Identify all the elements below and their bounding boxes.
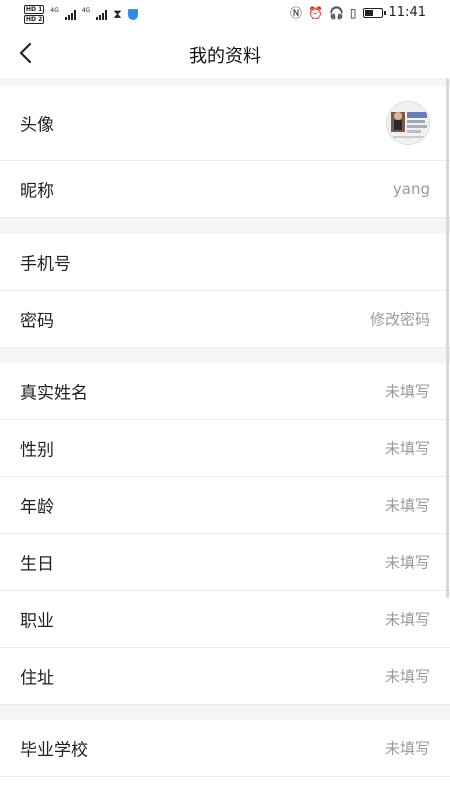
- row-real-name[interactable]: 真实姓名 未填写: [0, 363, 450, 420]
- row-label: 密码: [20, 311, 54, 332]
- row-label: 年龄: [20, 497, 54, 518]
- hourglass-icon: ⧗: [113, 7, 122, 21]
- battery-icon: [362, 7, 386, 18]
- row-value: 未填写: [384, 610, 430, 629]
- row-value: 未填写: [384, 439, 430, 458]
- row-value: 未填写: [384, 382, 430, 401]
- sim-indicators: HD 1 HD 2: [24, 5, 45, 24]
- row-value: 未填写: [384, 496, 430, 515]
- row-phone[interactable]: 手机号: [0, 234, 450, 291]
- row-partial: [0, 777, 450, 800]
- row-label: 毕业学校: [20, 740, 88, 761]
- row-gender[interactable]: 性别 未填写: [0, 420, 450, 477]
- row-age[interactable]: 年龄 未填写: [0, 477, 450, 534]
- row-value: 未填写: [384, 739, 430, 758]
- avatar-image: [387, 102, 429, 144]
- row-label: 真实姓名: [20, 383, 88, 404]
- avatar[interactable]: [386, 101, 430, 145]
- row-value: 未填写: [384, 553, 430, 572]
- sim1-indicator: HD 1: [24, 5, 45, 14]
- shield-icon: [127, 9, 138, 20]
- network-type-1: 4G: [50, 6, 59, 14]
- status-bar: HD 1 HD 2 4G 4G ⧗ Ⓝ ⏰ 🎧 ▯ 11:41: [0, 0, 450, 28]
- row-value: 未填写: [384, 667, 430, 686]
- headphones-icon: 🎧: [328, 5, 344, 20]
- network-type-2: 4G: [81, 6, 91, 14]
- row-nickname[interactable]: 昵称 yang: [0, 161, 450, 218]
- row-occupation[interactable]: 职业 未填写: [0, 591, 450, 648]
- scrollbar[interactable]: [446, 78, 449, 598]
- status-left: HD 1 HD 2 4G 4G ⧗: [24, 5, 138, 24]
- row-label: 住址: [20, 668, 54, 689]
- signal-icon: [64, 9, 76, 20]
- row-password[interactable]: 密码 修改密码: [0, 291, 450, 348]
- row-birthday[interactable]: 生日 未填写: [0, 534, 450, 591]
- row-label: 昵称: [20, 181, 54, 202]
- row-avatar[interactable]: 头像: [0, 86, 450, 161]
- row-value: 修改密码: [369, 310, 430, 329]
- status-right: Ⓝ ⏰ 🎧 ▯ 11:41: [290, 5, 426, 20]
- battery-fill: [364, 9, 373, 16]
- row-label: 手机号: [20, 254, 71, 275]
- row-school[interactable]: 毕业学校 未填写: [0, 720, 450, 777]
- row-label: 头像: [20, 115, 54, 136]
- clock: 11:41: [388, 5, 426, 20]
- row-address[interactable]: 住址 未填写: [0, 648, 450, 705]
- signal-icon: [96, 9, 108, 20]
- page-title: 我的资料: [189, 46, 261, 67]
- row-label: 生日: [20, 554, 54, 575]
- alarm-icon: ⏰: [308, 5, 323, 20]
- vibrate-icon: ▯: [349, 5, 357, 20]
- row-label: 职业: [20, 611, 54, 632]
- nfc-icon: Ⓝ: [290, 5, 303, 20]
- sim2-indicator: HD 2: [24, 15, 45, 24]
- row-value: yang: [392, 180, 430, 198]
- nav-bar: 我的资料: [0, 28, 450, 78]
- row-label: 性别: [20, 440, 54, 461]
